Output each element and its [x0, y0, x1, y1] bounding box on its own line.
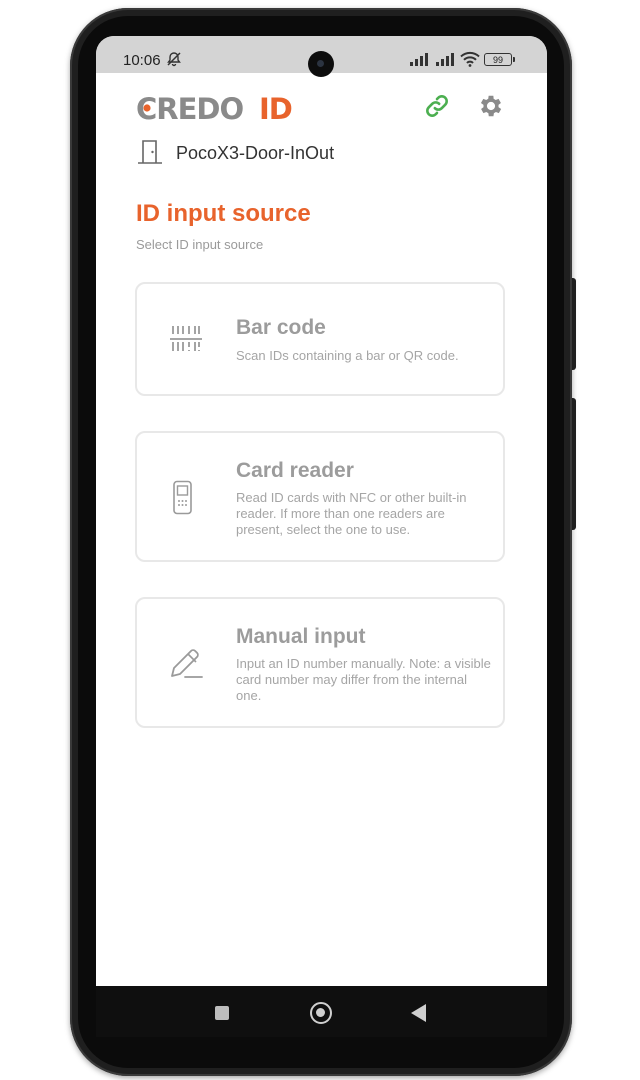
- logo-dot: [143, 104, 151, 112]
- navigation-bar: [96, 986, 547, 1037]
- option-title: Card reader: [236, 459, 354, 482]
- logo-text-left: CREDO: [136, 93, 243, 123]
- gear-icon[interactable]: [477, 92, 505, 120]
- battery-indicator: 99: [484, 53, 515, 66]
- wifi-icon: [460, 51, 480, 67]
- option-card-bar-code[interactable]: Bar code Scan IDs containing a bar or QR…: [135, 282, 505, 396]
- home-button[interactable]: [310, 1002, 332, 1024]
- mute-icon: [167, 52, 181, 67]
- recent-apps-button[interactable]: [215, 1006, 229, 1020]
- option-description: Input an ID number manually. Note: a vis…: [236, 656, 491, 703]
- section-title: ID input source: [136, 200, 311, 227]
- option-card-manual-input[interactable]: Manual input Input an ID number manually…: [135, 597, 505, 728]
- status-bar: 10:06 99: [96, 36, 547, 77]
- door-icon: [138, 140, 162, 164]
- power-button: [572, 398, 576, 530]
- logo-text-right: ID: [259, 93, 292, 123]
- card-reader-icon: [173, 480, 192, 515]
- option-card-card-reader[interactable]: Card reader Read ID cards with NFC or ot…: [135, 431, 505, 562]
- signal-icon: [410, 53, 428, 66]
- app-screen: 10:06 99 CREDO ID PocoX3-Door-InOut ID i…: [96, 36, 547, 1037]
- back-button[interactable]: [411, 1004, 426, 1022]
- device-name: PocoX3-Door-InOut: [176, 143, 335, 163]
- option-title: Bar code: [236, 316, 326, 339]
- signal-icon: [436, 53, 454, 66]
- status-time: 10:06: [123, 52, 161, 69]
- credo-id-logo: CREDO ID: [136, 93, 306, 123]
- volume-button: [572, 278, 576, 370]
- pencil-icon: [171, 649, 203, 678]
- option-description: Scan IDs containing a bar or QR code.: [236, 348, 459, 363]
- option-title: Manual input: [236, 625, 366, 648]
- option-description: Read ID cards with NFC or other built-in…: [236, 490, 467, 537]
- section-subtitle: Select ID input source: [136, 237, 264, 252]
- link-icon[interactable]: [424, 93, 450, 119]
- barcode-icon: [170, 326, 202, 351]
- front-camera: [308, 51, 334, 77]
